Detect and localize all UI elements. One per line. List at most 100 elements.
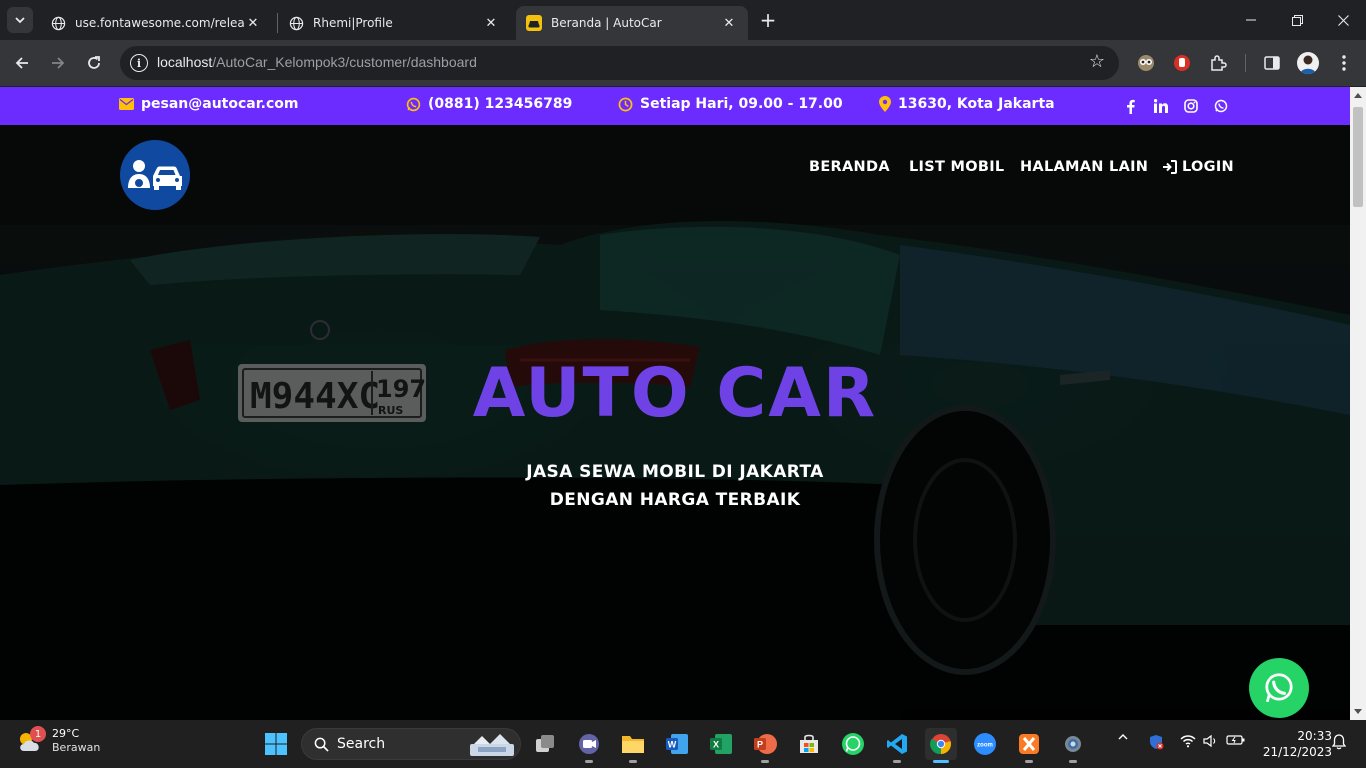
volume-tray-icon[interactable]: [1201, 734, 1221, 748]
email-text: pesan@autocar.com: [141, 96, 299, 112]
weather-badge: 1: [30, 726, 46, 742]
scroll-up-arrow-icon[interactable]: [1354, 93, 1362, 98]
xampp-app[interactable]: [1013, 728, 1045, 763]
whatsapp-app[interactable]: [837, 728, 869, 760]
show-hidden-icons[interactable]: [1114, 734, 1132, 740]
task-view-button[interactable]: [529, 728, 561, 760]
weather-temp: 29°C: [52, 727, 80, 740]
tab-search-button[interactable]: [7, 7, 33, 33]
page-scrollbar[interactable]: [1350, 87, 1366, 720]
browser-menu-icon[interactable]: [1333, 52, 1355, 74]
notifications-button[interactable]: [1330, 734, 1348, 750]
extension-owl-icon[interactable]: [1135, 52, 1157, 74]
clock-date: 21/12/2023: [1262, 745, 1332, 759]
contact-hours: Setiap Hari, 09.00 - 17.00: [618, 96, 843, 112]
hero-subtitle-line-1: JASA SEWA MOBIL DI JAKARTA: [526, 462, 824, 482]
clock-time: 20:33: [1297, 729, 1332, 743]
excel-app[interactable]: X: [705, 728, 737, 760]
url-text: localhost/AutoCar_Kelompok3/customer/das…: [157, 54, 477, 70]
close-tab-icon[interactable]: ✕: [482, 14, 500, 32]
browser-tab-strip: use.fontawesome.com/releases/ ✕ Rhemi|Pr…: [0, 0, 1366, 40]
taskbar-clock[interactable]: 20:33 21/12/2023: [1252, 728, 1332, 760]
powerpoint-icon: P: [754, 734, 777, 754]
running-indicator: [761, 760, 769, 763]
chrome-app[interactable]: [925, 728, 957, 763]
battery-charging-icon: [1226, 735, 1245, 745]
restore-button[interactable]: [1274, 0, 1320, 40]
tab-title: Beranda | AutoCar: [551, 16, 662, 30]
security-tray-icon[interactable]: [1146, 734, 1166, 750]
toolbar-divider: [1245, 54, 1246, 72]
scroll-thumb[interactable]: [1353, 107, 1363, 207]
video-chat-icon: [579, 734, 599, 754]
extension-hand-icon[interactable]: [1171, 52, 1193, 74]
social-links: [1122, 96, 1229, 116]
nav-list-mobil[interactable]: LIST MOBIL: [909, 159, 1004, 175]
weather-condition: Berawan: [52, 741, 101, 754]
tab-rhemi-profile[interactable]: Rhemi|Profile ✕: [278, 6, 510, 40]
forward-button[interactable]: [44, 49, 72, 77]
hero-subtitle-line-2: DENGAN HARGA TERBAIK: [549, 490, 801, 510]
speaker-icon: [1203, 734, 1216, 748]
bookmark-star-icon[interactable]: ☆: [1089, 53, 1105, 71]
wifi-icon: [1180, 735, 1196, 748]
file-explorer-app[interactable]: [617, 728, 649, 763]
driver-car-logo-icon: [128, 160, 182, 190]
nav-halaman-lain[interactable]: HALAMAN LAIN: [1020, 159, 1148, 175]
hero-section: M944XC 197 RUS BERANDA LIST MOBIL HALAMA…: [0, 125, 1350, 720]
powerpoint-app[interactable]: P: [749, 728, 781, 763]
facebook-icon[interactable]: [1122, 96, 1139, 116]
extensions-puzzle-icon[interactable]: [1207, 52, 1229, 74]
login-label: LOGIN: [1182, 159, 1234, 175]
excel-icon: X: [710, 734, 732, 754]
teams-meet-app[interactable]: [573, 728, 605, 763]
site-info-icon[interactable]: i: [130, 54, 148, 72]
address-bar[interactable]: i localhost/AutoCar_Kelompok3/customer/d…: [120, 46, 1119, 80]
profile-avatar[interactable]: [1297, 52, 1319, 74]
tab-autocar-active[interactable]: Beranda | AutoCar ✕: [516, 6, 748, 40]
close-tab-icon[interactable]: ✕: [720, 14, 738, 32]
word-app[interactable]: W: [661, 728, 693, 760]
clock-icon: [618, 97, 633, 112]
battery-tray-icon[interactable]: [1225, 734, 1247, 746]
whatsapp-icon[interactable]: [1212, 96, 1229, 116]
location-text: 13630, Kota Jakarta: [898, 96, 1055, 112]
close-window-button[interactable]: [1320, 0, 1366, 40]
linkedin-icon[interactable]: [1152, 96, 1169, 116]
taskbar-search[interactable]: Search: [301, 728, 521, 760]
side-panel-icon[interactable]: [1261, 52, 1283, 74]
vscode-app[interactable]: [881, 728, 913, 763]
windows-logo-icon: [265, 733, 287, 755]
store-icon: [800, 734, 818, 753]
reload-icon: [88, 56, 100, 69]
site-logo[interactable]: [120, 140, 190, 210]
contact-email[interactable]: pesan@autocar.com: [119, 96, 298, 112]
whatsapp-icon: [842, 733, 864, 755]
whatsapp-float-button[interactable]: [1249, 658, 1309, 718]
tab-fontawesome[interactable]: use.fontawesome.com/releases/ ✕: [40, 6, 272, 40]
reload-button[interactable]: [80, 49, 108, 77]
shield-icon: [1150, 735, 1164, 750]
phone-text: (0881) 123456789: [428, 96, 573, 112]
wifi-tray-icon[interactable]: [1178, 734, 1198, 748]
nav-login[interactable]: LOGIN: [1162, 159, 1234, 175]
weather-widget[interactable]: 1 29°C Berawan: [16, 726, 101, 755]
settings-app[interactable]: [1057, 728, 1089, 763]
new-tab-button[interactable]: +: [756, 8, 780, 32]
zoom-app[interactable]: zoom: [969, 728, 1001, 760]
task-view-icon: [536, 735, 554, 752]
back-button[interactable]: [8, 49, 36, 77]
search-icon: [314, 737, 329, 752]
tab-title: use.fontawesome.com/releases/: [75, 16, 244, 30]
instagram-icon[interactable]: [1182, 96, 1199, 116]
contact-phone[interactable]: (0881) 123456789: [406, 96, 572, 112]
start-button[interactable]: [260, 728, 292, 760]
nav-beranda[interactable]: BERANDA: [809, 159, 890, 175]
microsoft-store-app[interactable]: [793, 728, 825, 760]
chevron-up-icon: [1118, 734, 1128, 740]
close-tab-icon[interactable]: ✕: [244, 14, 262, 32]
globe-icon: [288, 15, 304, 31]
scroll-down-arrow-icon[interactable]: [1354, 709, 1362, 714]
minimize-button[interactable]: [1228, 0, 1274, 40]
tab-title: Rhemi|Profile: [313, 16, 393, 30]
